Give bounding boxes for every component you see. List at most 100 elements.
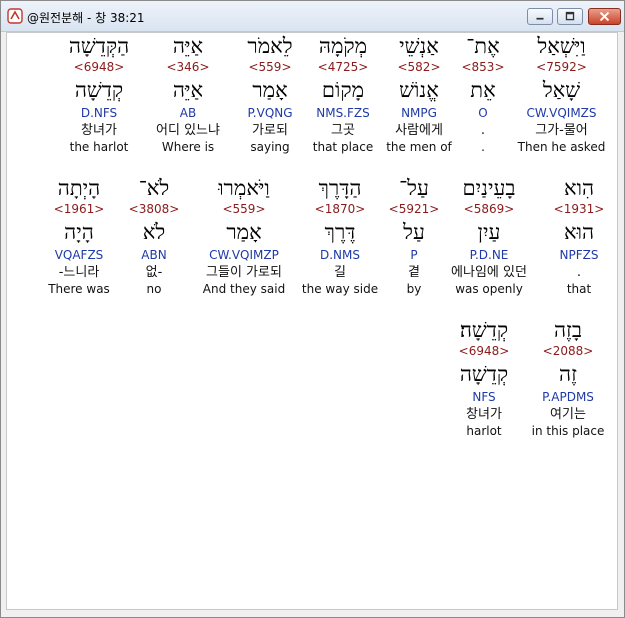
app-window: @원전분해 - 창 38:21 וַיִּשְׁאַל <7592> שָׁאַ…: [0, 0, 625, 618]
english-gloss: There was: [48, 282, 110, 296]
word-cell[interactable]: הִוא <1931> הוּא NPFZS . that: [540, 175, 618, 297]
lemma: שָׁאַל: [542, 78, 581, 102]
hebrew-word: בָזֶה: [553, 318, 583, 342]
word-cell[interactable]: הַדָּרֶךְ <1870> דֶּרֶךְ D.NMS 길 the way…: [297, 175, 383, 297]
word-cell[interactable]: אַיֵּה <346> אַיֵּה AB 어디 있느냐 Where is: [147, 33, 229, 155]
parsing-code: P: [410, 248, 418, 262]
word-cell[interactable]: עַל־ <5921> עַל P 곁 by: [375, 175, 453, 297]
strong-number: <582>: [397, 60, 441, 74]
lemma: אָמַר: [226, 220, 262, 244]
strong-number: <5869>: [463, 202, 515, 216]
lemma: קְדֵשָׁה: [74, 78, 124, 102]
strong-number: <559>: [248, 60, 292, 74]
korean-gloss: 에나임에 있던: [451, 265, 527, 280]
hebrew-word: אַנְשֵׁי: [399, 34, 439, 58]
parsing-code: D.NMS: [319, 248, 360, 262]
window-title: @원전분해 - 창 38:21: [27, 11, 145, 25]
english-gloss: in this place: [531, 424, 605, 438]
word-cell[interactable]: קְדֵשָׁה׃ <6948> קְדֵשָׁה NFS 창녀가 harlot: [445, 317, 523, 439]
korean-gloss: 사람에게: [395, 123, 443, 138]
parsing-code: NFS: [472, 390, 496, 404]
parsing-code: ABN: [141, 248, 167, 262]
lemma: מָקוֹם: [321, 78, 365, 102]
close-button[interactable]: [588, 8, 621, 25]
maximize-button[interactable]: [557, 8, 583, 25]
lemma: לֹא: [142, 220, 166, 244]
lemma: אֱנוֹשׁ: [399, 78, 439, 102]
korean-gloss: 가로되: [252, 123, 288, 138]
hebrew-word: בָעֵינַיִם: [462, 176, 516, 200]
english-gloss: Where is: [161, 140, 215, 154]
english-gloss: saying: [250, 140, 290, 154]
hebrew-word: אַיֵּה: [172, 34, 204, 58]
parsing-code: AB: [179, 106, 197, 120]
maximize-icon: [565, 11, 575, 21]
hebrew-word: הַקְּדֵשָׁה: [68, 34, 130, 58]
parsing-code: CW.VQIMZS: [526, 106, 597, 120]
parsing-code: P.VQNG: [247, 106, 293, 120]
lemma: עַל: [403, 220, 425, 244]
lemma: דֶּרֶךְ: [324, 220, 356, 244]
english-gloss: that place: [312, 140, 374, 154]
english-gloss: the way side: [301, 282, 379, 296]
word-cell[interactable]: בָזֶה <2088> זֶה P.APDMS 여기는 in this pla…: [523, 317, 613, 439]
strong-number: <1870>: [314, 202, 366, 216]
minimize-icon: [536, 17, 544, 20]
strong-number: <6948>: [458, 344, 510, 358]
strong-number: <1961>: [53, 202, 105, 216]
hebrew-word: הָיְתָה: [57, 176, 101, 200]
hebrew-word: לֵאמֹר: [247, 34, 293, 58]
lemma: הוּא: [563, 220, 595, 244]
hebrew-word: הַדָּרֶךְ: [318, 176, 362, 200]
strong-number: <3808>: [128, 202, 180, 216]
korean-gloss: 없-: [145, 265, 163, 280]
english-gloss: no: [146, 282, 162, 296]
parsing-code: P.APDMS: [542, 390, 594, 404]
title-bar[interactable]: @원전분해 - 창 38:21: [1, 1, 624, 32]
word-cell[interactable]: אַנְשֵׁי <582> אֱנוֹשׁ NMPG 사람에게 the men…: [380, 33, 458, 155]
word-cell[interactable]: לֹא־ <3808> לֹא ABN 없- no: [119, 175, 189, 297]
korean-gloss: 창녀가: [466, 407, 502, 422]
lemma: עַיִן: [477, 220, 501, 244]
parsing-code: D.NFS: [80, 106, 118, 120]
hebrew-word: לֹא־: [138, 176, 170, 200]
strong-number: <7592>: [536, 60, 587, 74]
word-cell-selected[interactable]: וַיִּשְׁאַל <7592> שָׁאַל CW.VQIMZS 그가-물…: [512, 33, 611, 173]
minimize-button[interactable]: [527, 8, 553, 25]
word-cell[interactable]: הַקְּדֵשָׁה <6948> קְדֵשָׁה D.NFS 창녀가 th…: [59, 33, 139, 155]
english-gloss: the men of: [386, 140, 452, 154]
close-icon: [599, 11, 610, 22]
lemma: קְדֵשָׁה: [459, 362, 509, 386]
parsing-code: P.D.NE: [469, 248, 509, 262]
status-bar: [1, 610, 624, 617]
english-gloss: that: [566, 282, 592, 296]
korean-gloss: -느니라: [58, 265, 100, 280]
strong-number: <346>: [166, 60, 210, 74]
strong-number: <559>: [222, 202, 266, 216]
korean-gloss: 그가-물어: [535, 123, 588, 138]
strong-number: <2088>: [542, 344, 594, 358]
strong-number: <1931>: [553, 202, 605, 216]
hebrew-word: קְדֵשָׁה׃: [459, 318, 509, 342]
hebrew-word: מְקֹמָהּ: [318, 34, 368, 58]
word-cell[interactable]: וַיֹּאמְרוּ <559> אָמַר CW.VQIMZP 그들이 가로…: [191, 175, 297, 297]
hebrew-word: וַיִּשְׁאַל: [537, 34, 586, 58]
parsing-code: VQAFZS: [54, 248, 104, 262]
korean-gloss: .: [576, 265, 582, 280]
word-cell[interactable]: בָעֵינַיִם <5869> עַיִן P.D.NE 에나임에 있던 w…: [443, 175, 535, 297]
hebrew-word: הִוא: [563, 176, 595, 200]
word-cell[interactable]: הָיְתָה <1961> הָיָה VQAFZS -느니라 There w…: [41, 175, 117, 297]
interlinear-panel[interactable]: וַיִּשְׁאַל <7592> שָׁאַל CW.VQIMZS 그가-물…: [6, 32, 618, 610]
korean-gloss: 어디 있느냐: [156, 123, 220, 138]
korean-gloss: 그곳: [331, 123, 355, 138]
word-cell[interactable]: מְקֹמָהּ <4725> מָקוֹם NMS.FZS 그곳 that p…: [304, 33, 382, 155]
word-cell[interactable]: לֵאמֹר <559> אָמַר P.VQNG 가로되 saying: [231, 33, 309, 155]
english-gloss: the harlot: [69, 140, 129, 154]
korean-gloss: 그들이 가로되: [206, 265, 282, 280]
lemma: אָמַר: [252, 78, 288, 102]
lemma: אַיֵּה: [172, 78, 204, 102]
english-gloss: Then he asked: [517, 140, 606, 154]
english-gloss: was openly: [455, 282, 523, 296]
strong-number: <4725>: [317, 60, 369, 74]
strong-number: <6948>: [73, 60, 125, 74]
